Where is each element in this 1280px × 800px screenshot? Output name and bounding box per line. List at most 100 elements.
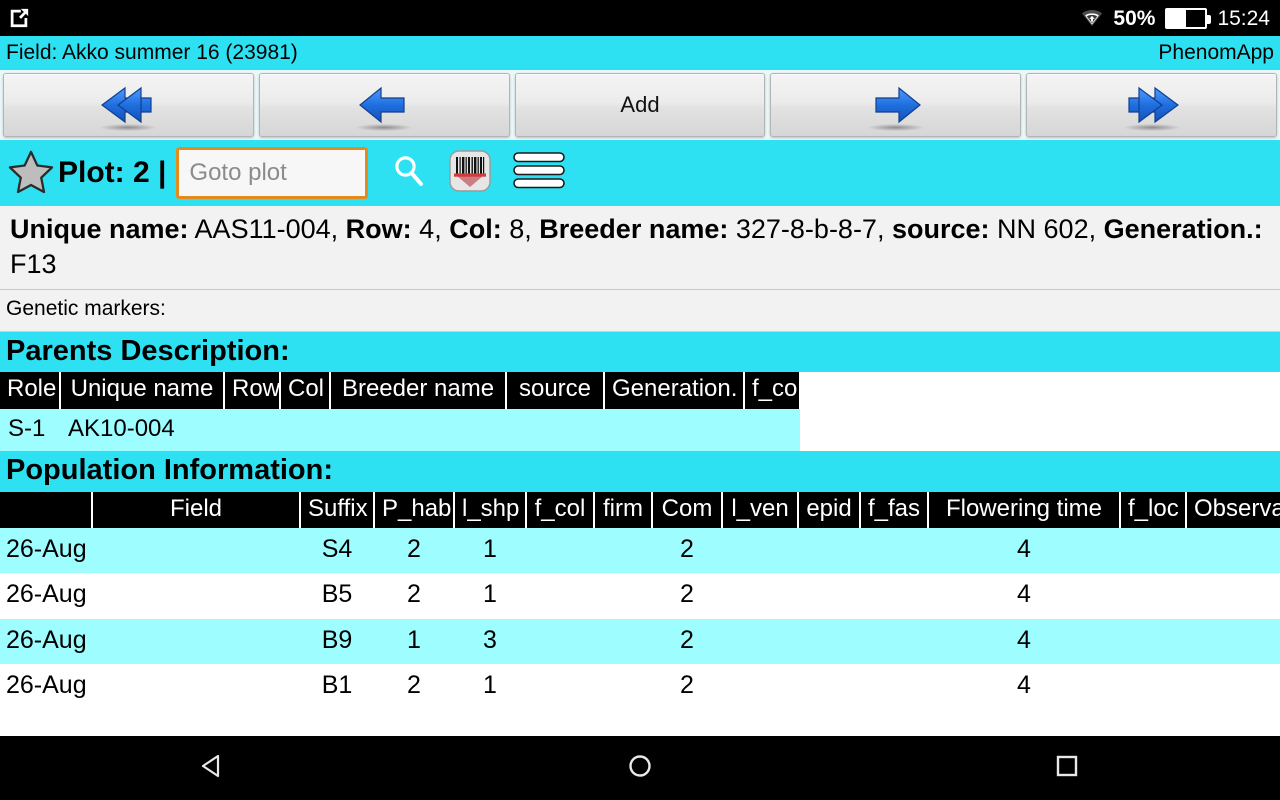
previous-plot-button[interactable]	[258, 73, 510, 137]
back-button[interactable]	[153, 736, 273, 800]
table-cell: 2	[680, 534, 694, 563]
table-cell: B9	[321, 625, 353, 654]
table-cell	[280, 409, 330, 451]
column-header[interactable]	[0, 491, 93, 528]
table-cell	[594, 619, 652, 665]
column-header[interactable]: P_hab	[374, 491, 455, 528]
unique-name-value: AAS11-004,	[194, 214, 339, 244]
field-label: Field: Akko summer 16 (23981)	[6, 41, 298, 64]
table-cell	[92, 664, 300, 710]
table-cell	[722, 573, 798, 619]
table-cell	[604, 409, 744, 451]
table-cell: 3	[483, 625, 497, 654]
battery-percent: 50%	[1113, 6, 1156, 30]
table-cell: 1	[483, 580, 497, 609]
table-cell	[860, 664, 928, 710]
goto-plot-input[interactable]	[176, 147, 369, 199]
table-cell	[92, 573, 300, 619]
android-status-bar: 50% 15:24	[0, 0, 1280, 36]
next-plot-button[interactable]	[770, 73, 1022, 137]
table-cell: 4	[1017, 625, 1031, 654]
column-header[interactable]: source	[506, 372, 605, 409]
arrow-left-icon	[344, 83, 424, 131]
plot-number-label: Plot: 2 |	[58, 156, 167, 189]
table-row[interactable]: S-1 AK10-004	[0, 408, 800, 452]
column-header[interactable]: Generation.	[604, 372, 745, 409]
column-header[interactable]: firm	[594, 491, 653, 528]
table-cell: 2	[407, 534, 421, 563]
last-plot-button[interactable]	[1026, 73, 1277, 137]
table-row[interactable]: 26-Aug B9 1 3 2 4	[0, 618, 1280, 665]
parents-header-row: Role Unique name Row Col Breeder name source G…	[0, 372, 803, 409]
breeder-name-label: Breeder name:	[539, 214, 729, 244]
population-table: Field Suffix P_hab l_shp f_col firm Com l_ven ep…	[0, 491, 1280, 710]
table-cell: 4	[1017, 671, 1031, 700]
column-header[interactable]: Field	[92, 491, 301, 528]
table-row[interactable]: 26-Aug B5 2 1 2 4	[0, 573, 1280, 619]
table-row[interactable]: 26-Aug S4 2 1 2 4	[0, 527, 1280, 574]
generation-label: Generation.:	[1103, 214, 1263, 244]
column-header[interactable]: f_fas	[860, 491, 929, 528]
column-header[interactable]: Unique name	[60, 372, 225, 409]
table-cell	[860, 619, 928, 665]
table-cell	[594, 664, 652, 710]
column-header[interactable]: Suffix	[300, 491, 375, 528]
battery-icon	[1165, 7, 1212, 29]
table-row[interactable]: 26-Aug B1 2 1 2 4	[0, 664, 1280, 710]
column-header[interactable]: Breeder name	[330, 372, 507, 409]
add-button[interactable]: Add	[514, 73, 766, 137]
population-table-wrap[interactable]: Field Suffix P_hab l_shp f_col firm Com l_ven ep…	[0, 491, 1280, 710]
population-information-heading: Population Information:	[0, 451, 1280, 492]
column-header[interactable]: epid	[798, 491, 861, 528]
col-value: 8,	[509, 214, 532, 244]
source-label: source:	[891, 214, 990, 244]
barcode-scanner-icon[interactable]	[448, 149, 492, 198]
table-cell	[594, 528, 652, 574]
table-cell	[594, 573, 652, 619]
parents-table: Role Unique name Row Col Breeder name source G…	[0, 372, 803, 452]
population-header-row: Field Suffix P_hab l_shp f_col firm Com l_ven ep…	[0, 491, 1280, 528]
table-cell: 1	[407, 625, 421, 654]
star-icon[interactable]	[8, 149, 58, 198]
home-icon	[625, 751, 655, 786]
table-cell	[1120, 664, 1186, 710]
table-cell	[92, 528, 300, 574]
search-icon[interactable]	[390, 152, 428, 195]
column-header[interactable]: f_loc	[1120, 491, 1187, 528]
wifi-icon	[1081, 8, 1103, 28]
table-cell	[722, 664, 798, 710]
table-cell	[526, 573, 594, 619]
table-cell: 1	[483, 671, 497, 700]
column-header[interactable]: Flowering time	[928, 491, 1121, 528]
table-cell	[1186, 528, 1280, 574]
table-cell	[798, 619, 860, 665]
android-nav-bar	[0, 736, 1280, 800]
table-cell	[860, 528, 928, 574]
column-header[interactable]: Col	[280, 372, 331, 409]
column-header[interactable]: Row	[224, 372, 281, 409]
genetic-markers-label: Genetic markers:	[6, 297, 166, 321]
double-arrow-right-icon	[1112, 83, 1192, 131]
table-cell: 2	[680, 625, 694, 654]
recents-button[interactable]	[1007, 736, 1127, 800]
plot-bar: Plot: 2 |	[0, 140, 1280, 206]
hamburger-menu-icon[interactable]	[512, 150, 566, 197]
table-cell: 26-Aug	[6, 534, 87, 563]
table-cell	[526, 664, 594, 710]
table-cell: S-1	[8, 414, 46, 442]
column-header[interactable]: f_col	[744, 372, 803, 409]
first-plot-button[interactable]	[3, 73, 254, 137]
column-header[interactable]: f_col	[526, 491, 595, 528]
table-cell: 26-Aug	[6, 625, 87, 654]
table-cell	[798, 573, 860, 619]
column-header[interactable]: l_shp	[454, 491, 527, 528]
column-header[interactable]: Observations	[1186, 491, 1280, 528]
column-header[interactable]: Com	[652, 491, 723, 528]
back-icon	[198, 751, 228, 786]
main-content: Unique name: AAS11-004, Row: 4, Col: 8, …	[0, 206, 1280, 800]
home-button[interactable]	[580, 736, 700, 800]
table-cell: 2	[407, 580, 421, 609]
app-name: PhenomApp	[1158, 41, 1274, 64]
column-header[interactable]: Role	[0, 372, 61, 409]
column-header[interactable]: l_ven	[722, 491, 799, 528]
